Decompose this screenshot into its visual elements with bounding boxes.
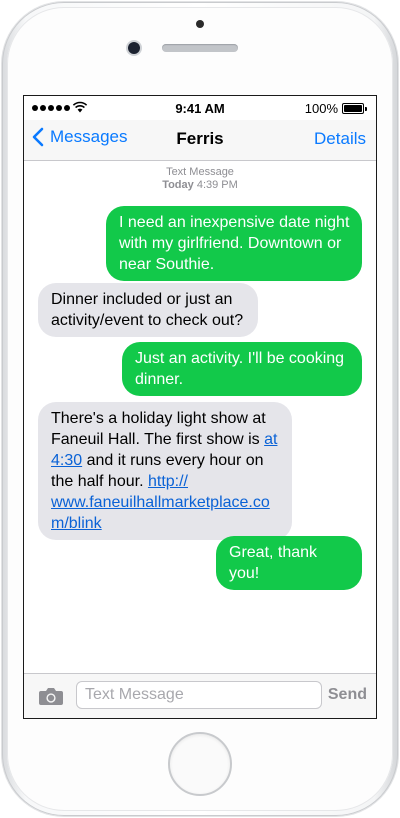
message-line: Just an activity. I'll be cooking <box>135 350 345 367</box>
outgoing-message-bubble[interactable]: I need an inexpensive date night with my… <box>106 206 362 281</box>
message-composer: Send <box>24 673 376 718</box>
back-label: Messages <box>50 127 128 146</box>
message-line: activity/event to check out? <box>51 312 244 329</box>
time-link[interactable]: at <box>264 431 277 448</box>
outgoing-message-bubble[interactable]: Just an activity. I'll be cooking dinner… <box>122 342 362 396</box>
camera-icon[interactable] <box>38 686 64 706</box>
message-line: with my girlfriend. Downtown or <box>119 235 342 252</box>
status-bar: 9:41 AM 100% <box>24 96 376 120</box>
url-link[interactable]: http:// <box>148 473 188 490</box>
front-camera <box>128 42 140 54</box>
message-line: the half hour. <box>51 473 148 490</box>
message-line: Dinner included or just an <box>51 291 233 308</box>
proximity-sensor <box>196 20 204 28</box>
message-thread[interactable]: Text Message Today 4:39 PM I need an ine… <box>24 161 376 673</box>
send-button[interactable]: Send <box>328 686 367 704</box>
battery-percentage: 100% <box>304 101 338 116</box>
incoming-message-bubble[interactable]: Dinner included or just an activity/even… <box>38 283 258 337</box>
url-link[interactable]: m/blink <box>51 515 102 532</box>
message-line: There's a holiday light show at <box>51 410 266 427</box>
message-line: I need an inexpensive date night <box>119 214 350 231</box>
message-line: Faneuil Hall. The first show is <box>51 431 265 448</box>
thread-timestamp: Text Message Today 4:39 PM <box>24 166 376 192</box>
battery-icon <box>342 103 367 114</box>
url-link[interactable]: www.faneuilhallmarketplace.co <box>51 494 270 511</box>
message-line: and it runs every hour on <box>82 452 264 469</box>
details-button[interactable]: Details <box>314 129 366 149</box>
outgoing-message-bubble[interactable]: Great, thank you! <box>216 536 362 590</box>
message-input[interactable] <box>76 681 322 709</box>
message-line: near Southie. <box>119 256 215 273</box>
timestamp-day: Today <box>162 179 194 191</box>
message-line: Great, thank you! <box>229 544 318 582</box>
navigation-bar: Messages Ferris Details <box>24 120 376 161</box>
time-link[interactable]: 4:30 <box>51 452 82 469</box>
back-button[interactable]: Messages <box>32 127 127 147</box>
chevron-left-icon <box>32 127 44 147</box>
earpiece-speaker <box>162 44 238 52</box>
screen: 9:41 AM 100% Messages Ferris Details Tex… <box>24 96 376 718</box>
incoming-message-bubble[interactable]: There's a holiday light show at Faneuil … <box>38 402 292 540</box>
message-type-label: Text Message <box>166 166 234 178</box>
timestamp-time: 4:39 PM <box>196 179 238 191</box>
message-line: dinner. <box>135 371 184 388</box>
home-button[interactable] <box>168 732 232 796</box>
